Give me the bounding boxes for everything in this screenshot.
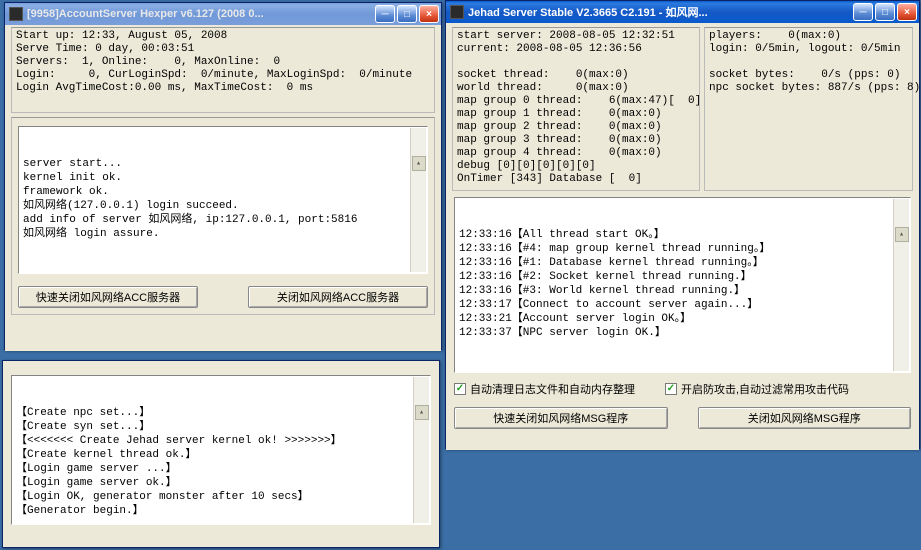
scroll-up-button[interactable]: ▴ bbox=[895, 227, 909, 242]
main-log-text: 12:33:16【All thread start OK。】 12:33:16【… bbox=[459, 228, 906, 340]
main-log-panel: 12:33:16【All thread start OK。】 12:33:16【… bbox=[454, 197, 911, 373]
account-server-window: [9958]AccountServer Hexper v6.127 (2008 … bbox=[4, 2, 442, 350]
fast-close-msg-button[interactable]: 快速关闭如风网络MSG程序 bbox=[454, 407, 668, 429]
anti-attack-checkbox[interactable]: ✓ 开启防攻击,自动过滤常用攻击代码 bbox=[665, 381, 849, 397]
close-acc-button[interactable]: 关闭如风网络ACC服务器 bbox=[248, 286, 428, 308]
checkbox-label: 自动清理日志文件和自动内存整理 bbox=[470, 381, 635, 397]
left-status-panel: start server: 2008-08-05 12:32:51 curren… bbox=[452, 27, 700, 191]
scrollbar[interactable]: ▴ ▾ bbox=[893, 199, 909, 371]
right-status-panel: players: 0(max:0) login: 0/5min, logout:… bbox=[704, 27, 913, 191]
kernel-log-text: 【Create npc set...】 【Create syn set...】 … bbox=[16, 406, 426, 518]
check-icon: ✓ bbox=[454, 383, 466, 395]
fast-close-acc-button[interactable]: 快速关闭如风网络ACC服务器 bbox=[18, 286, 198, 308]
app-icon bbox=[450, 5, 464, 19]
scrollbar[interactable]: ▴ ▾ bbox=[413, 377, 429, 523]
checkbox-label: 开启防攻击,自动过滤常用攻击代码 bbox=[681, 381, 849, 397]
scroll-up-button[interactable]: ▴ bbox=[415, 405, 429, 420]
auto-clean-checkbox[interactable]: ✓ 自动清理日志文件和自动内存整理 bbox=[454, 381, 635, 397]
jehad-server-window: Jehad Server Stable V2.3665 C2.191 - 如风网… bbox=[445, 0, 920, 449]
window-title: [9958]AccountServer Hexper v6.127 (2008 … bbox=[27, 8, 373, 20]
right-status-text: players: 0(max:0) login: 0/5min, logout:… bbox=[705, 28, 912, 97]
scroll-up-button[interactable]: ▴ bbox=[412, 156, 426, 171]
close-button[interactable]: × bbox=[897, 3, 917, 21]
check-icon: ✓ bbox=[665, 383, 677, 395]
close-button[interactable]: × bbox=[419, 5, 439, 23]
log-panel: server start... kernel init ok. framewor… bbox=[18, 126, 428, 274]
maximize-button[interactable]: □ bbox=[875, 3, 895, 21]
server-status-text: Start up: 12:33, August 05, 2008 Serve T… bbox=[12, 28, 434, 97]
left-status-text: start server: 2008-08-05 12:32:51 curren… bbox=[453, 28, 699, 188]
scrollbar[interactable]: ▴ ▾ bbox=[410, 128, 426, 272]
app-icon bbox=[9, 7, 23, 21]
lower-window: 【Create npc set...】 【Create syn set...】 … bbox=[2, 360, 440, 548]
log-text: server start... kernel init ok. framewor… bbox=[23, 157, 423, 241]
kernel-log-panel: 【Create npc set...】 【Create syn set...】 … bbox=[11, 375, 431, 525]
titlebar[interactable]: [9958]AccountServer Hexper v6.127 (2008 … bbox=[5, 3, 441, 25]
titlebar[interactable]: Jehad Server Stable V2.3665 C2.191 - 如风网… bbox=[446, 1, 919, 23]
minimize-button[interactable]: ─ bbox=[375, 5, 395, 23]
window-title: Jehad Server Stable V2.3665 C2.191 - 如风网… bbox=[468, 4, 851, 20]
close-msg-button[interactable]: 关闭如风网络MSG程序 bbox=[698, 407, 912, 429]
maximize-button[interactable]: □ bbox=[397, 5, 417, 23]
minimize-button[interactable]: ─ bbox=[853, 3, 873, 21]
